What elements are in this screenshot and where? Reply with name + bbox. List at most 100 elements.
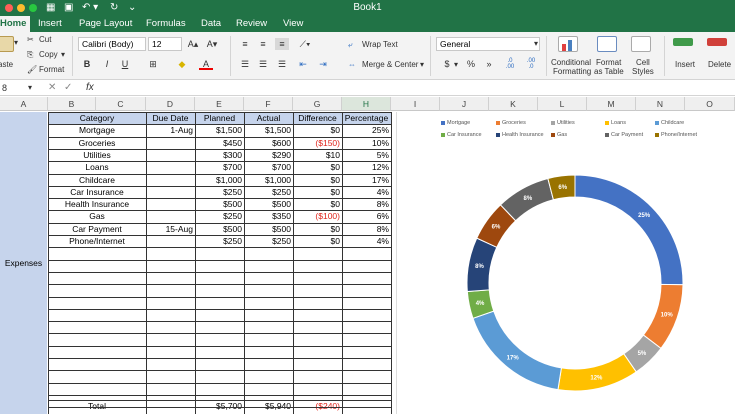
tab-page-layout[interactable]: Page Layout (75, 16, 136, 32)
cut-button[interactable]: Cut (39, 35, 51, 44)
table-cell[interactable]: Car Payment (48, 223, 146, 235)
delete-cells-icon[interactable] (707, 38, 727, 46)
comma-button[interactable]: » (482, 58, 496, 70)
currency-dropdown-icon[interactable]: ▾ (454, 60, 458, 69)
table-cell[interactable]: $1,000 (195, 174, 244, 186)
table-cell[interactable]: $500 (195, 223, 244, 235)
bold-button[interactable]: B (80, 58, 94, 70)
merge-dropdown-icon[interactable]: ▾ (420, 60, 424, 69)
table-cell[interactable]: $500 (244, 198, 293, 210)
header-cell[interactable]: Actual (244, 112, 293, 125)
align-right-icon[interactable]: ☰ (275, 58, 289, 70)
donut-chart[interactable]: Mortgage Groceries Utilities Loans Childcare… (396, 112, 735, 414)
confirm-icon[interactable]: ✓ (64, 82, 72, 93)
align-bottom-icon[interactable]: ≡ (275, 38, 289, 50)
conditional-formatting-icon[interactable] (558, 36, 578, 52)
increase-decimal-button[interactable]: .0 .00 (503, 58, 517, 70)
column-header-M[interactable]: M (587, 97, 636, 111)
table-cell[interactable]: 12% (342, 161, 391, 173)
column-header-E[interactable]: E (195, 97, 244, 111)
table-cell[interactable] (146, 137, 195, 149)
font-size-select[interactable]: 12 (148, 37, 182, 51)
table-cell[interactable]: $0 (293, 174, 342, 186)
shrink-font-icon[interactable]: A▾ (205, 38, 219, 50)
table-cell[interactable]: $250 (244, 235, 293, 247)
table-cell[interactable] (146, 149, 195, 161)
conditional-formatting-label[interactable]: Conditional (551, 58, 591, 67)
chevron-down-icon[interactable]: ▾ (61, 50, 65, 59)
spreadsheet-grid[interactable]: Category Due Date Planned Actual Difference P… (0, 112, 392, 414)
decrease-indent-icon[interactable]: ⇤ (296, 58, 310, 70)
table-cell[interactable]: 25% (342, 124, 391, 136)
table-cell[interactable] (146, 161, 195, 173)
currency-button[interactable]: $ (440, 58, 454, 70)
align-middle-icon[interactable]: ≡ (256, 38, 270, 50)
name-box[interactable]: 8 (2, 83, 7, 93)
table-cell[interactable]: $1,500 (244, 124, 293, 136)
table-cell[interactable]: $450 (195, 137, 244, 149)
table-cell[interactable]: $500 (244, 223, 293, 235)
column-header-G[interactable]: G (293, 97, 342, 111)
column-header-O[interactable]: O (685, 97, 735, 111)
tab-view[interactable]: View (279, 16, 307, 32)
tab-home[interactable]: Home (0, 16, 31, 32)
donut-slice[interactable] (574, 174, 684, 286)
table-cell[interactable]: $250 (195, 210, 244, 222)
table-cell[interactable]: $250 (244, 186, 293, 198)
format-painter-icon[interactable]: 🖌 (27, 65, 37, 74)
wrap-text-button[interactable]: Wrap Text (362, 40, 398, 49)
table-cell[interactable]: ($100) (293, 210, 342, 222)
column-header-C[interactable]: C (96, 97, 146, 111)
table-cell[interactable]: $600 (244, 137, 293, 149)
table-cell[interactable]: 4% (342, 186, 391, 198)
cell-styles-icon[interactable] (631, 36, 651, 52)
tab-data[interactable]: Data (197, 16, 225, 32)
total-cell[interactable] (342, 400, 391, 412)
table-cell[interactable] (146, 198, 195, 210)
column-header-N[interactable]: N (636, 97, 685, 111)
column-header-L[interactable]: L (538, 97, 587, 111)
table-cell[interactable]: Health Insurance (48, 198, 146, 210)
fill-color-icon[interactable]: ◆ (175, 58, 189, 70)
table-cell[interactable]: $1,500 (195, 124, 244, 136)
borders-icon[interactable]: ⊞ (146, 58, 160, 70)
table-cell[interactable]: $300 (195, 149, 244, 161)
format-as-table-label[interactable]: Format (596, 58, 621, 67)
table-cell[interactable]: $10 (293, 149, 342, 161)
table-cell[interactable]: $500 (195, 198, 244, 210)
header-cell[interactable]: Difference (293, 112, 342, 125)
align-center-icon[interactable]: ☰ (256, 58, 270, 70)
table-cell[interactable]: Mortgage (48, 124, 146, 136)
table-cell[interactable]: Loans (48, 161, 146, 173)
header-cell[interactable]: Due Date (146, 112, 195, 125)
underline-button[interactable]: U (118, 58, 132, 70)
table-cell[interactable]: $700 (195, 161, 244, 173)
dropdown-arrow-icon[interactable]: ▾ (14, 38, 18, 47)
table-cell[interactable]: $700 (244, 161, 293, 173)
table-cell[interactable] (146, 210, 195, 222)
column-header-I[interactable]: I (391, 97, 440, 111)
format-as-table-icon[interactable] (597, 36, 617, 52)
table-cell[interactable]: Car Insurance (48, 186, 146, 198)
column-header-H[interactable]: H (342, 97, 391, 111)
percent-button[interactable]: % (464, 58, 478, 70)
insert-cells-icon[interactable] (673, 38, 693, 46)
decrease-decimal-button[interactable]: .00 .0 (524, 58, 538, 70)
table-cell[interactable]: Groceries (48, 137, 146, 149)
table-cell[interactable]: 1-Aug (146, 124, 195, 136)
table-cell[interactable]: Childcare (48, 174, 146, 186)
number-format-dropdown-icon[interactable]: ▾ (534, 39, 538, 48)
table-cell[interactable]: 8% (342, 223, 391, 235)
column-header-J[interactable]: J (440, 97, 489, 111)
conditional-formatting-label-2[interactable]: Formatting (553, 67, 591, 76)
table-cell[interactable]: $1,000 (244, 174, 293, 186)
table-cell[interactable]: $250 (195, 235, 244, 247)
table-cell[interactable]: 4% (342, 235, 391, 247)
font-color-icon[interactable]: A (199, 58, 213, 70)
tab-formulas[interactable]: Formulas (142, 16, 190, 32)
column-header-B[interactable]: B (48, 97, 96, 111)
align-top-icon[interactable]: ≡ (238, 38, 252, 50)
paste-label[interactable]: aste (0, 60, 13, 69)
table-cell[interactable] (146, 235, 195, 247)
table-cell[interactable] (146, 186, 195, 198)
